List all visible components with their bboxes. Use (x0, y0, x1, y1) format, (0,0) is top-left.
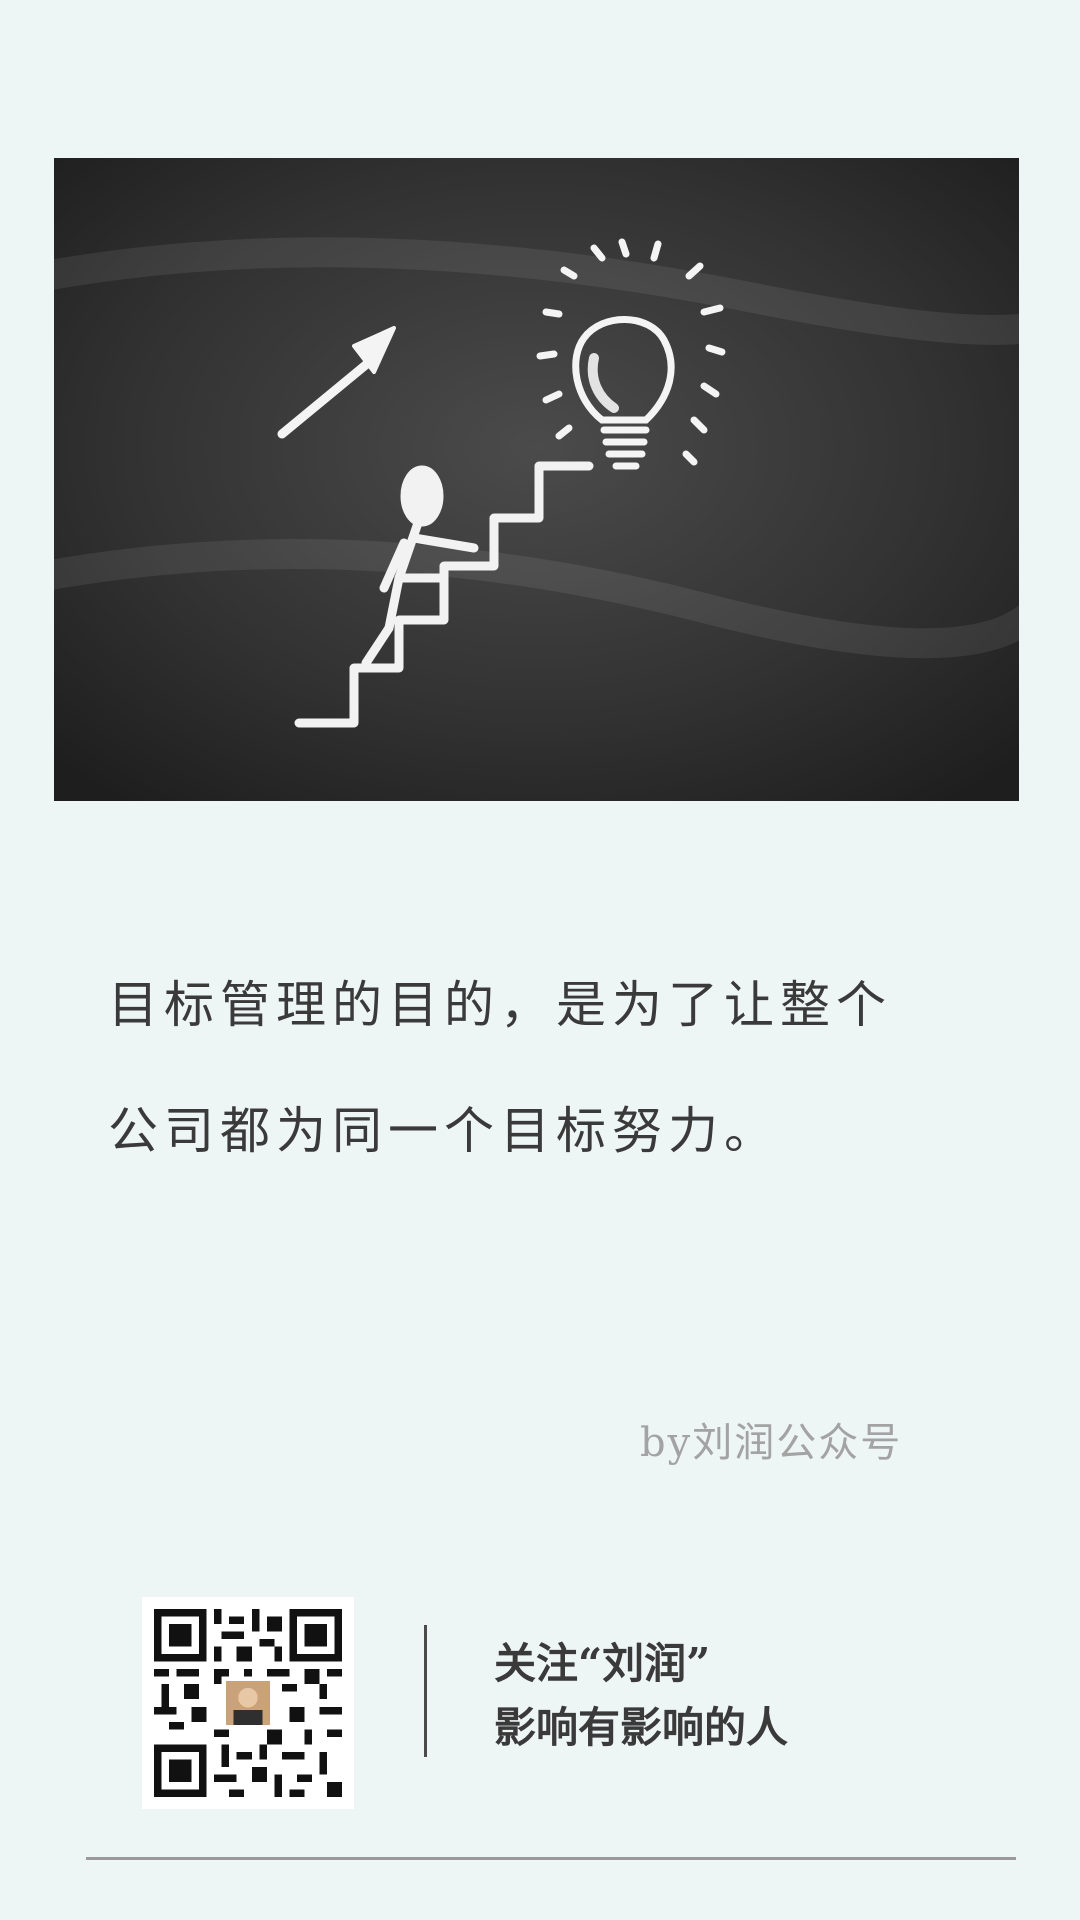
follow-promo: 关注“刘润” 影响有影响的人 (494, 1632, 788, 1760)
byline: by刘润公众号 (640, 1420, 903, 1466)
quote-text: 目标管理的目的，是为了让整个 公司都为同一个目标努力。 (108, 942, 988, 1194)
chalkboard-image (54, 158, 1019, 801)
quote-line-1: 目标管理的目的，是为了让整个 (108, 976, 892, 1034)
vertical-divider (424, 1625, 427, 1757)
promo-line-2: 影响有影响的人 (494, 1703, 789, 1752)
bottom-divider (86, 1857, 1016, 1860)
promo-line-1: 关注“刘润” (494, 1639, 711, 1688)
qr-code-icon (154, 1609, 342, 1797)
chalkboard-drawing (54, 158, 1019, 801)
quote-line-2: 公司都为同一个目标努力。 (108, 1102, 780, 1160)
qr-code (142, 1597, 354, 1809)
